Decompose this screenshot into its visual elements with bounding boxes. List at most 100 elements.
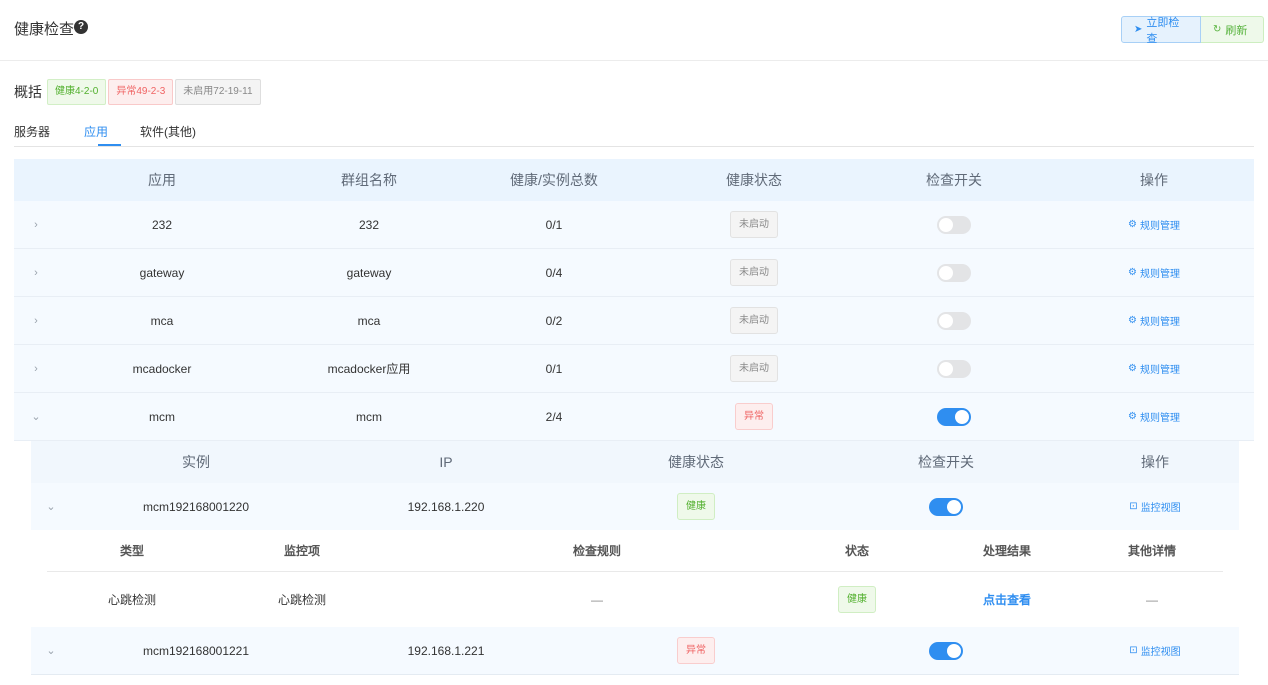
detail-rule: — bbox=[591, 592, 603, 607]
check-toggle[interactable] bbox=[937, 359, 971, 378]
rule-manage-link[interactable]: ⚙ 规则管理 bbox=[1128, 361, 1180, 376]
toggle-knob bbox=[955, 409, 969, 424]
table-row[interactable]: ⌄ mcm mcm 2/4 异常 ⚙ 规则管理 bbox=[14, 393, 1254, 441]
help-icon[interactable]: ? bbox=[74, 20, 88, 34]
status-badge: 健康 bbox=[838, 586, 876, 613]
collapse-chevron-icon[interactable]: ⌄ bbox=[41, 627, 61, 674]
page-title: 健康检查 bbox=[14, 21, 75, 38]
col-instance-actions: 操作 bbox=[1141, 454, 1169, 470]
tab-servers[interactable]: 服务器 bbox=[14, 123, 50, 140]
check-now-button[interactable]: ➤ 立即检查 bbox=[1121, 16, 1201, 45]
overview-label: 概括 bbox=[14, 84, 42, 100]
col-health-status: 健康状态 bbox=[726, 172, 782, 188]
toggle-knob bbox=[939, 265, 953, 280]
group-name: mca bbox=[357, 313, 381, 328]
check-toggle[interactable] bbox=[929, 641, 963, 660]
status-cell: 健康 bbox=[817, 572, 897, 627]
detail-item: 心跳检测 bbox=[277, 593, 326, 607]
abnormal-tag[interactable]: 异常49-2-3 bbox=[108, 79, 174, 105]
table-row[interactable]: › mca mca 0/2 未启动 ⚙ 规则管理 bbox=[14, 297, 1254, 345]
status-badge: 未启动 bbox=[730, 355, 778, 382]
active-tab-indicator bbox=[98, 144, 121, 146]
switch-cell bbox=[861, 627, 1031, 674]
camera-icon: ⊡ bbox=[1129, 645, 1138, 656]
health-ratio: 0/4 bbox=[545, 265, 563, 280]
switch-cell bbox=[854, 393, 1054, 440]
action-cell: ⚙ 规则管理 bbox=[1054, 345, 1254, 392]
status-badge: 异常 bbox=[677, 637, 715, 664]
col-monitor-item: 监控项 bbox=[283, 544, 320, 558]
tab-applications[interactable]: 应用 bbox=[84, 123, 108, 140]
status-badge: 未启动 bbox=[730, 211, 778, 238]
rule-manage-link[interactable]: ⚙ 规则管理 bbox=[1128, 409, 1180, 424]
switch-cell bbox=[854, 249, 1054, 296]
check-toggle[interactable] bbox=[937, 311, 971, 330]
status-cell: 异常 bbox=[596, 627, 796, 674]
rule-manage-link[interactable]: ⚙ 规则管理 bbox=[1128, 217, 1180, 232]
collapse-chevron-icon[interactable]: ⌄ bbox=[41, 483, 61, 530]
detail-row: 心跳检测 心跳检测 — 健康 点击查看 — bbox=[47, 572, 1223, 627]
table-row[interactable]: › 232 232 0/1 未启动 ⚙ 规则管理 bbox=[14, 201, 1254, 249]
gear-icon: ⚙ bbox=[1128, 219, 1137, 230]
overview: 概括 健康4-2-0 异常49-2-3 未启用72-19-11 bbox=[14, 79, 263, 105]
gear-icon: ⚙ bbox=[1128, 363, 1137, 374]
monitor-view-link[interactable]: ⊡ 监控视图 bbox=[1129, 643, 1180, 658]
group-name: mcm bbox=[356, 409, 382, 424]
disabled-tag[interactable]: 未启用72-19-11 bbox=[175, 79, 261, 105]
instance-row[interactable]: ⌄ mcm192168001221 192.168.1.221 异常 ⊡ 监控视图 bbox=[31, 627, 1239, 675]
group-name: 232 bbox=[358, 217, 380, 232]
expand-chevron-icon[interactable]: › bbox=[26, 249, 46, 296]
switch-cell bbox=[854, 345, 1054, 392]
instance-detail: 类型 监控项 检查规则 状态 处理结果 其他详情 心跳检测 心跳检测 — 健康 … bbox=[31, 530, 1239, 627]
col-app: 应用 bbox=[148, 172, 176, 188]
col-type: 类型 bbox=[119, 544, 144, 558]
collapse-chevron-icon[interactable]: ⌄ bbox=[26, 393, 46, 440]
health-ratio: 0/2 bbox=[545, 313, 563, 328]
rule-manage-link[interactable]: ⚙ 规则管理 bbox=[1128, 265, 1180, 280]
col-ratio: 健康/实例总数 bbox=[510, 172, 598, 188]
rule-manage-label: 规则管理 bbox=[1139, 269, 1180, 280]
instance-ip: 192.168.1.221 bbox=[407, 643, 485, 658]
detail-table-header: 类型 监控项 检查规则 状态 处理结果 其他详情 bbox=[47, 530, 1223, 572]
instance-row[interactable]: ⌄ mcm192168001220 192.168.1.220 健康 ⊡ 监控视图 bbox=[31, 483, 1239, 531]
status-cell: 未启动 bbox=[654, 201, 854, 248]
gear-icon: ⚙ bbox=[1128, 411, 1137, 422]
switch-cell bbox=[861, 483, 1031, 530]
table-row[interactable]: › gateway gateway 0/4 未启动 ⚙ 规则管理 bbox=[14, 249, 1254, 297]
col-check-switch: 检查开关 bbox=[926, 172, 982, 188]
monitor-view-link[interactable]: ⊡ 监控视图 bbox=[1129, 499, 1180, 514]
check-toggle[interactable] bbox=[929, 497, 963, 516]
expand-chevron-icon[interactable]: › bbox=[26, 297, 46, 344]
check-toggle[interactable] bbox=[937, 263, 971, 282]
expand-chevron-icon[interactable]: › bbox=[26, 345, 46, 392]
status-cell: 健康 bbox=[596, 483, 796, 530]
toggle-knob bbox=[947, 499, 961, 514]
check-now-label: 立即检查 bbox=[1146, 16, 1180, 45]
action-cell: ⊡ 监控视图 bbox=[1071, 483, 1239, 530]
status-cell: 未启动 bbox=[654, 345, 854, 392]
app-name: mca bbox=[150, 313, 174, 328]
result-cell: 点击查看 bbox=[947, 572, 1067, 627]
gear-icon: ⚙ bbox=[1128, 267, 1137, 278]
switch-cell bbox=[854, 297, 1054, 344]
toggle-knob bbox=[939, 313, 953, 328]
table-row[interactable]: › mcadocker mcadocker应用 0/1 未启动 ⚙ 规则管理 bbox=[14, 345, 1254, 393]
tab-software-other[interactable]: 软件(其他) bbox=[140, 123, 196, 140]
refresh-label: 刷新 bbox=[1225, 24, 1248, 37]
check-toggle[interactable] bbox=[937, 407, 971, 426]
rule-manage-link[interactable]: ⚙ 规则管理 bbox=[1128, 313, 1180, 328]
expand-chevron-icon[interactable]: › bbox=[26, 201, 46, 248]
header-actions: ➤ 立即检查 ↻ 刷新 bbox=[1121, 16, 1264, 45]
toggle-knob bbox=[939, 361, 953, 376]
action-cell: ⚙ 规则管理 bbox=[1054, 297, 1254, 344]
action-cell: ⊡ 监控视图 bbox=[1071, 627, 1239, 674]
col-check-rule: 检查规则 bbox=[572, 544, 621, 558]
check-toggle[interactable] bbox=[937, 215, 971, 234]
col-instance: 实例 bbox=[182, 454, 210, 470]
refresh-button[interactable]: ↻ 刷新 bbox=[1201, 16, 1264, 43]
status-badge: 健康 bbox=[677, 493, 715, 520]
healthy-tag[interactable]: 健康4-2-0 bbox=[47, 79, 107, 105]
action-cell: ⚙ 规则管理 bbox=[1054, 393, 1254, 440]
view-result-link[interactable]: 点击查看 bbox=[983, 591, 1031, 608]
tab-bar: 服务器 应用 软件(其他) bbox=[14, 116, 1254, 147]
